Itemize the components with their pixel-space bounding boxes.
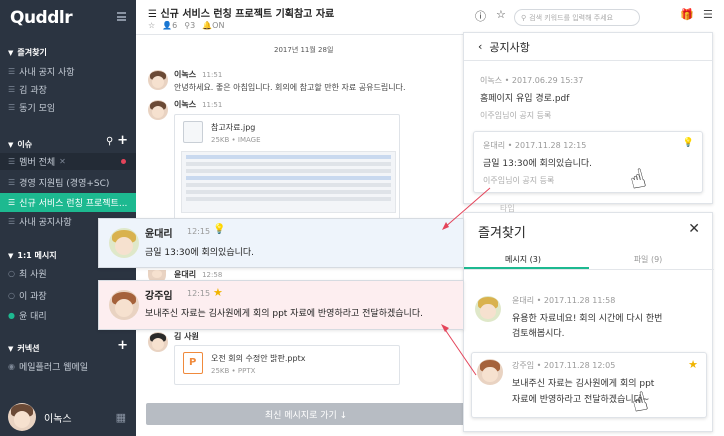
connector-arrows [441,187,491,376]
